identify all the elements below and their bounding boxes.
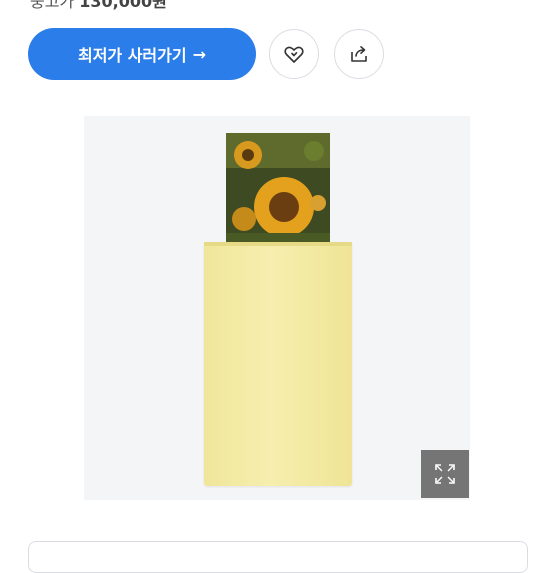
expand-icon: [435, 464, 455, 484]
photo-printer: [204, 242, 352, 486]
price-label: 중고가: [30, 0, 75, 11]
expand-image-button[interactable]: [421, 450, 469, 498]
wishlist-button[interactable]: [269, 29, 319, 79]
share-icon: [351, 46, 367, 62]
price-row: 중고가 130,000원: [30, 0, 167, 12]
buy-button-label: 최저가 사러가기: [77, 46, 187, 65]
sunflower-photo: [226, 133, 330, 244]
info-card: [28, 541, 528, 573]
product-image[interactable]: [84, 116, 470, 500]
buy-lowest-price-button[interactable]: 최저가 사러가기 →: [28, 28, 256, 80]
arrow-right-icon: →: [192, 44, 207, 64]
printer-slot: [204, 242, 352, 246]
price-value: 130,000원: [79, 0, 167, 11]
heart-icon: [284, 46, 304, 63]
share-button[interactable]: [334, 29, 384, 79]
